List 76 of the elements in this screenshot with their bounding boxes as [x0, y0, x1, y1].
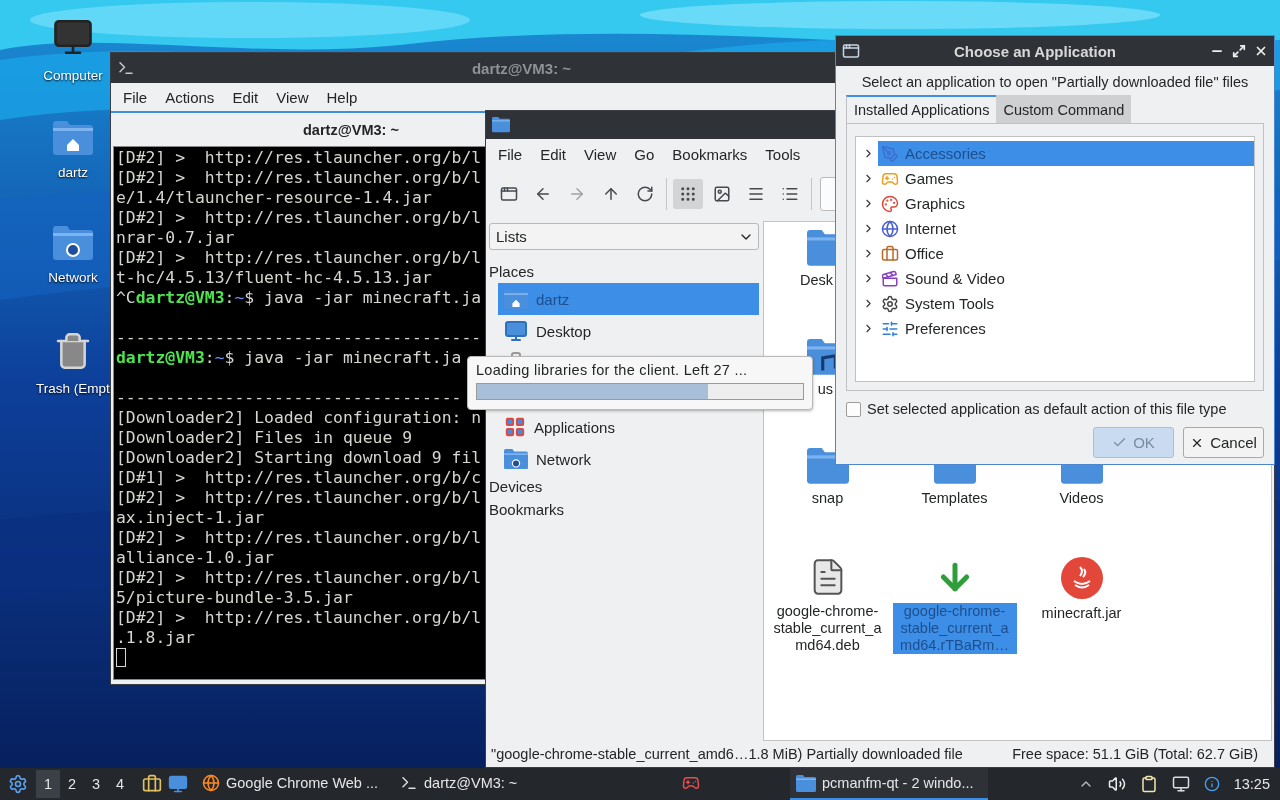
terminal-line: ax.inject-1.jar — [116, 508, 265, 528]
terminal-line: ^Cdartz@VM3:~$ java -jar minecraft.ja — [116, 288, 482, 308]
category-item[interactable]: Office — [878, 241, 1254, 266]
terminal-line: ----------------------------------- — [116, 388, 462, 408]
terminal-line: t-hc/4.5.13/fluent-hc-4.5.13.jar — [116, 268, 432, 288]
terminal-line: nrar-0.7.jar — [116, 228, 235, 248]
category-item[interactable]: Graphics — [878, 191, 1254, 216]
clock: 13:25 — [1233, 776, 1270, 792]
side-pane-dropdown[interactable]: Lists — [489, 223, 759, 250]
terminal-line: [D#2] > http://res.tlauncher.org/b/l — [116, 608, 482, 628]
category-item[interactable]: Preferences — [878, 316, 1254, 341]
place-item[interactable]: Applications — [498, 411, 759, 443]
place-item[interactable]: Desktop — [498, 315, 759, 347]
terminal-line: [D#2] > http://res.tlauncher.org/b/l — [116, 568, 482, 588]
task-button[interactable]: Google Chrome Web ... — [196, 768, 394, 800]
workspace-button[interactable]: 3 — [84, 770, 108, 798]
file-name[interactable]: Videos — [1057, 489, 1106, 507]
terminal-line: e/1.4/tlauncher-resource-1.4.jar — [116, 188, 432, 208]
desktop-icon-label[interactable]: dartz — [58, 165, 88, 180]
menu-item[interactable]: Edit — [224, 88, 267, 106]
status-text: "google-chrome-stable_current_amd6…1.8 MiB) Partially downloaded file — [491, 746, 963, 762]
category-item[interactable]: Internet — [878, 216, 1254, 241]
menu-item[interactable]: File — [490, 145, 531, 163]
window-title: Choose an Application — [954, 42, 1116, 60]
menu-item[interactable]: Go — [626, 145, 663, 163]
file-name[interactable]: minecraft.jar — [1039, 605, 1124, 622]
terminal-line: dartz@VM3:~$ java -jar minecraft.ja — [116, 348, 462, 368]
menu-item[interactable]: Actions — [157, 88, 223, 106]
task-button[interactable]: pcmanfm-qt - 2 windo... — [790, 768, 988, 800]
terminal-line: .1.8.jar — [116, 628, 195, 648]
category-item[interactable]: System Tools — [878, 291, 1254, 316]
tab[interactable]: Custom Command — [996, 95, 1132, 123]
desktop-icon-label[interactable]: Network — [48, 270, 98, 285]
terminal-line: [D#2] > http://res.tlauncher.org/b/l — [116, 248, 482, 268]
terminal-line: ------------------------------------- — [116, 328, 482, 348]
terminal-line: alliance-1.0.jar — [116, 548, 274, 568]
terminal-line: [D#2] > http://res.tlauncher.org/b/l — [116, 488, 482, 508]
terminal-line: [D#1] > http://res.tlauncher.org/b/c — [116, 468, 482, 488]
workspace-button[interactable]: 4 — [108, 770, 132, 798]
section-header[interactable]: Places — [489, 260, 759, 283]
file-name[interactable]: snap — [809, 489, 846, 507]
file-name[interactable]: Desk — [797, 271, 835, 289]
terminal-line: [D#2] > http://res.tlauncher.org/b/l — [116, 528, 482, 548]
desktop-icon-label[interactable]: Trash (Empt — [36, 381, 110, 396]
file-name[interactable]: Templates — [919, 489, 990, 507]
menu-item[interactable]: Bookmarks — [664, 145, 756, 163]
loading-text: Loading libraries for the client. Left 27 ... — [476, 362, 749, 378]
task-button[interactable]: dartz@VM3: ~ — [394, 768, 592, 800]
checkbox-label[interactable]: Set selected application as default action of this file type — [867, 401, 1227, 417]
terminal-line: [Downloader2] Files in queue 9 — [116, 428, 413, 448]
menu-item[interactable]: File — [115, 88, 156, 106]
menu-item[interactable]: Tools — [757, 145, 809, 163]
menu-item[interactable]: Help — [318, 88, 366, 106]
section-header[interactable]: Devices — [489, 475, 759, 498]
terminal-line: [Downloader2] Starting download 9 fil — [116, 448, 482, 468]
menu-item[interactable]: Edit — [532, 145, 575, 163]
dialog-prompt: Select an application to open "Partially downloaded file" files — [860, 74, 1250, 90]
menu-item[interactable]: View — [268, 88, 317, 106]
tab[interactable]: Installed Applications — [846, 95, 997, 123]
place-item[interactable]: Network — [498, 443, 759, 475]
file-name[interactable]: google-chrome-stable_current_amd64.deb — [765, 603, 890, 654]
workspace-button[interactable]: 1 — [36, 770, 60, 798]
window-title: dartz@VM3: ~ — [471, 59, 572, 77]
file-name[interactable]: us — [815, 380, 835, 398]
cancel-button[interactable]: Cancel — [1183, 427, 1264, 458]
category-item[interactable]: Sound & Video — [878, 266, 1254, 291]
terminal-line: [D#2] > http://res.tlauncher.org/b/l — [116, 168, 482, 188]
section-header[interactable]: Bookmarks — [489, 498, 759, 521]
free-space-text: Free space: 51.1 GiB (Total: 62.7 GiB) — [1012, 746, 1258, 762]
terminal-line: [D#2] > http://res.tlauncher.org/b/l — [116, 148, 482, 168]
category-item[interactable]: Games — [878, 166, 1254, 191]
terminal-line: [Downloader2] Loaded configuration: n — [116, 408, 482, 428]
workspace-button[interactable]: 2 — [60, 770, 84, 798]
terminal-line: [D#2] > http://res.tlauncher.org/b/l — [116, 208, 482, 228]
menu-item[interactable]: View — [576, 145, 625, 163]
terminal-line: 5/picture-bundle-3.5.jar — [116, 588, 353, 608]
